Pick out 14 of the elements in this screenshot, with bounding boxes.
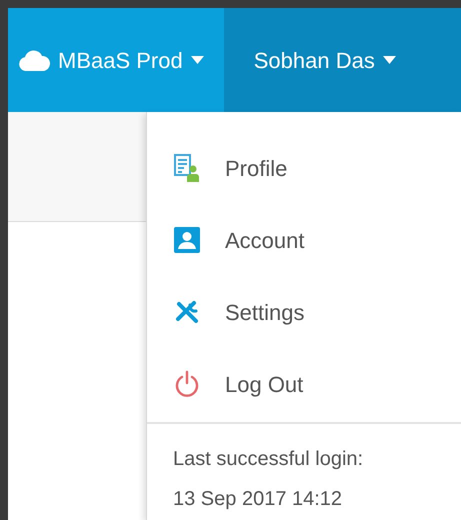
account-icon xyxy=(174,227,200,253)
menu-item[interactable]: Account xyxy=(147,204,461,276)
caret-icon xyxy=(190,56,204,64)
tools-icon xyxy=(174,299,200,325)
profile-icon xyxy=(173,154,201,182)
last-login-text: 13 Sep 2017 14:12 xyxy=(173,487,344,512)
menu-item[interactable]: Profile xyxy=(147,132,461,204)
menu-item[interactable]: Log Out xyxy=(147,348,461,420)
power-icon xyxy=(174,370,200,398)
menu-item[interactable]: Settings xyxy=(147,276,461,348)
navbar-menu-button[interactable]: Sobhan Das xyxy=(224,8,461,112)
caret-icon xyxy=(382,56,396,64)
last-login-text: Last successful login: xyxy=(173,447,364,472)
cloud-icon xyxy=(18,49,50,71)
